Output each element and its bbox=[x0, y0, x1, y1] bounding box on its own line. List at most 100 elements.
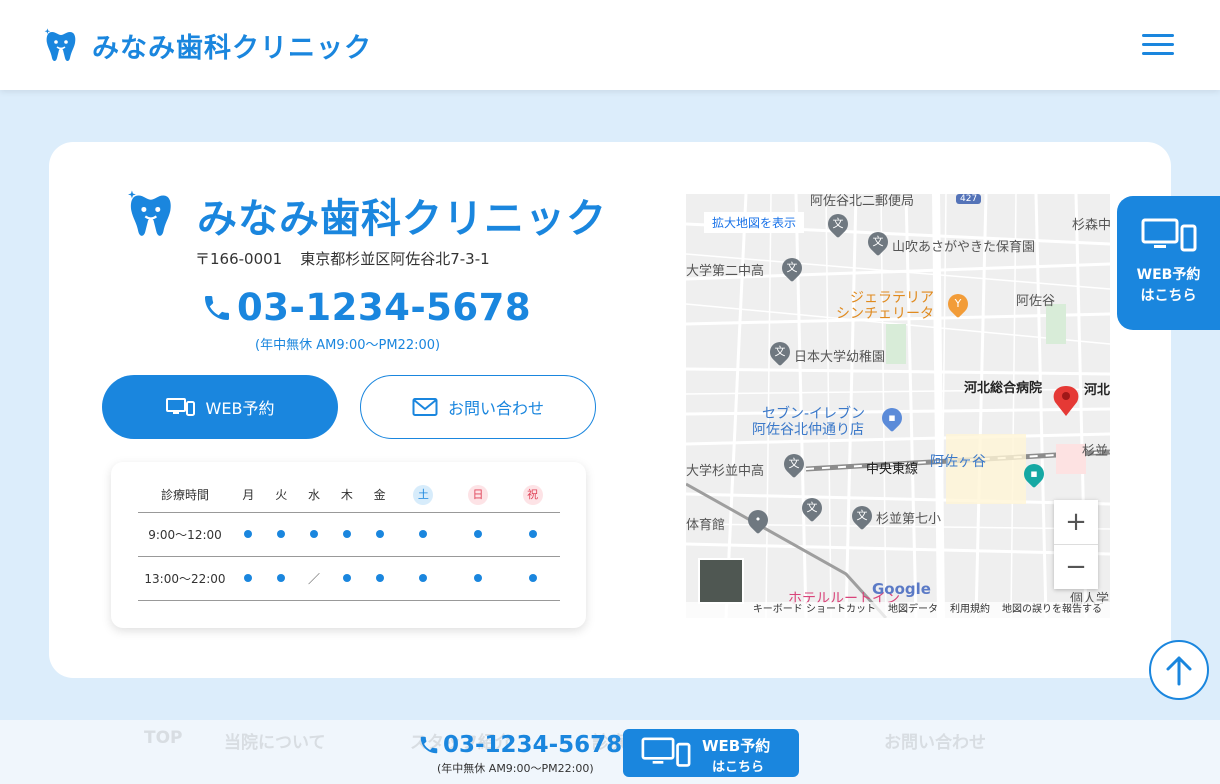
map-label-sincerita: シンチェリータ bbox=[836, 306, 934, 322]
web-reservation-side-tab[interactable]: WEB予約 はこちら bbox=[1117, 196, 1220, 330]
clinic-logo-text: みなみ歯科クリニック bbox=[197, 196, 607, 242]
schedule-cell bbox=[505, 556, 560, 601]
schedule-cell bbox=[450, 556, 506, 601]
holiday-badge: 祝 bbox=[522, 484, 543, 505]
side-tab-line1: WEB予約 bbox=[1136, 267, 1201, 283]
open-dot-icon bbox=[528, 574, 537, 582]
footer-nav-contact[interactable]: お問い合わせ bbox=[884, 728, 986, 753]
schedule-cell bbox=[330, 512, 364, 557]
schedule-cell bbox=[232, 512, 265, 557]
sunday-badge: 日 bbox=[468, 484, 488, 505]
tooth-logo-icon bbox=[128, 190, 171, 236]
saturday-badge: 土 bbox=[413, 484, 434, 505]
schedule-header-fri: 金 bbox=[363, 478, 397, 513]
enlarge-map-link[interactable]: 拡大地図を表示 bbox=[704, 212, 805, 233]
hours-note: (年中無休 AM9:00〜PM22:00) bbox=[255, 338, 441, 353]
postal-code: 〒166-0001 bbox=[195, 250, 283, 268]
web-reservation-button[interactable]: WEB予約 bbox=[102, 375, 338, 439]
map-poi-school-icon: 文 bbox=[823, 209, 853, 239]
schedule-cell bbox=[450, 512, 506, 557]
open-dot-icon bbox=[244, 574, 253, 582]
map-label-seven-eleven: セブン-イレブン bbox=[762, 406, 866, 422]
map-label-univ-suginami: 大学杉並中高 bbox=[686, 464, 765, 479]
map-label-asagaya: 阿佐谷 bbox=[1016, 294, 1056, 309]
footer-web-line2: はこちら bbox=[712, 760, 765, 775]
closed-mark: ／ bbox=[308, 571, 321, 586]
site-header: みなみ歯科クリニック bbox=[0, 0, 1220, 90]
map-label-nursery: 山吹あさがやきた保育園 bbox=[892, 240, 1036, 255]
hamburger-line bbox=[1142, 43, 1174, 46]
devices-icon bbox=[641, 737, 691, 767]
report-error-link[interactable]: 地図の誤りを報告する bbox=[1002, 602, 1102, 618]
map-label-gelateria: ジェラテリア bbox=[850, 290, 934, 306]
map-label-suginami: 杉並 bbox=[1082, 444, 1109, 459]
header-logo[interactable]: みなみ歯科クリニック bbox=[44, 26, 372, 65]
open-dot-icon bbox=[528, 530, 537, 538]
street-address: 東京都杉並区阿佐谷北7-3-1 bbox=[300, 250, 490, 268]
contact-label: お問い合わせ bbox=[447, 399, 544, 418]
map-label-hospital: 河北総合病院 bbox=[964, 381, 1043, 396]
open-dot-icon bbox=[419, 530, 428, 538]
map-poi-school-icon: 文 bbox=[777, 253, 807, 283]
open-dot-icon bbox=[474, 574, 482, 582]
schedule-header-sat: 土 bbox=[396, 478, 451, 513]
schedule-cell bbox=[264, 556, 298, 601]
map-poi-school-icon: 文 bbox=[863, 227, 893, 257]
schedule-header-sun: 日 bbox=[450, 478, 506, 513]
map-poi-restaurant-icon: Y bbox=[943, 289, 973, 319]
devices-icon bbox=[1141, 218, 1197, 252]
open-dot-icon bbox=[277, 574, 286, 582]
footer-phone-number: 03-1234-5678 bbox=[443, 732, 623, 758]
zoom-in-button[interactable]: + bbox=[1054, 500, 1098, 544]
satellite-view-toggle[interactable] bbox=[698, 558, 744, 604]
web-reservation-label: WEB予約 bbox=[205, 399, 275, 418]
footer-web-line1: WEB予約 bbox=[702, 737, 771, 755]
phone-icon bbox=[205, 295, 229, 320]
map-poi-station-icon: ▪ bbox=[1019, 459, 1049, 489]
schedule-cell bbox=[396, 512, 451, 557]
back-to-top-button[interactable] bbox=[1149, 640, 1209, 700]
schedule-header-row: 診療時間 月 火 水 木 金 土 日 祝 bbox=[138, 478, 560, 513]
map-data-link[interactable]: 地図データ bbox=[888, 602, 938, 618]
schedule-header-tue: 火 bbox=[264, 478, 298, 513]
side-tab-line2: はこちら bbox=[1140, 288, 1197, 304]
footer-nav-top[interactable]: TOP bbox=[144, 728, 183, 748]
arrow-up-icon bbox=[1166, 656, 1192, 686]
open-dot-icon bbox=[375, 530, 384, 538]
schedule-cell bbox=[396, 556, 451, 601]
clinic-logo: みなみ歯科クリニック bbox=[127, 186, 607, 244]
terms-link[interactable]: 利用規約 bbox=[950, 602, 990, 618]
devices-icon bbox=[165, 398, 195, 416]
hamburger-line bbox=[1142, 34, 1174, 37]
clinic-phone[interactable]: 03-1234-5678 bbox=[201, 286, 531, 329]
office-hours-table: 診療時間 月 火 水 木 金 土 日 祝 9:00〜12:00 13:00〜22:… bbox=[111, 462, 586, 628]
map-poi-place-icon: • bbox=[743, 505, 773, 535]
footer-web-reservation-button[interactable]: WEB予約 はこちら bbox=[623, 729, 799, 777]
footer-phone[interactable]: 03-1234-5678 bbox=[418, 732, 622, 758]
schedule-time: 9:00〜12:00 bbox=[138, 512, 232, 557]
schedule-cell bbox=[232, 556, 265, 601]
open-dot-icon bbox=[342, 530, 351, 538]
open-dot-icon bbox=[342, 574, 351, 582]
map-label-post-office: 阿佐谷北二郵便局 bbox=[810, 194, 915, 209]
map-label-elementary: 杉並第七小 bbox=[876, 512, 942, 527]
zoom-out-button[interactable]: − bbox=[1054, 545, 1098, 589]
map-streets bbox=[686, 194, 1110, 618]
hamburger-line bbox=[1142, 52, 1174, 55]
contact-button[interactable]: お問い合わせ bbox=[360, 375, 596, 439]
menu-button[interactable] bbox=[1142, 34, 1174, 58]
clinic-info-card: みなみ歯科クリニック 〒166-0001 東京都杉並区阿佐谷北7-3-1 03-1… bbox=[49, 142, 1171, 678]
zoom-controls: + − bbox=[1054, 500, 1098, 589]
schedule-time: 13:00〜22:00 bbox=[138, 556, 232, 601]
footer-nav-about[interactable]: 当院について bbox=[224, 728, 326, 753]
map-label-univ-second: 大学第二中高 bbox=[686, 264, 765, 279]
header-logo-text: みなみ歯科クリニック bbox=[92, 33, 372, 64]
map-label-kawakita: 河北 bbox=[1084, 383, 1110, 398]
google-map[interactable]: 拡大地図を表示 阿佐谷北二郵便局 427 杉森中 文 文 山吹あさがやきた保育園… bbox=[686, 194, 1110, 618]
keyboard-shortcuts-link[interactable]: キーボード ショートカット bbox=[753, 602, 876, 618]
map-poi-shop-icon: ▪ bbox=[877, 403, 907, 433]
schedule-header-time: 診療時間 bbox=[138, 478, 232, 513]
schedule-header-thu: 木 bbox=[330, 478, 364, 513]
open-dot-icon bbox=[474, 530, 482, 538]
schedule-header-mon: 月 bbox=[232, 478, 265, 513]
